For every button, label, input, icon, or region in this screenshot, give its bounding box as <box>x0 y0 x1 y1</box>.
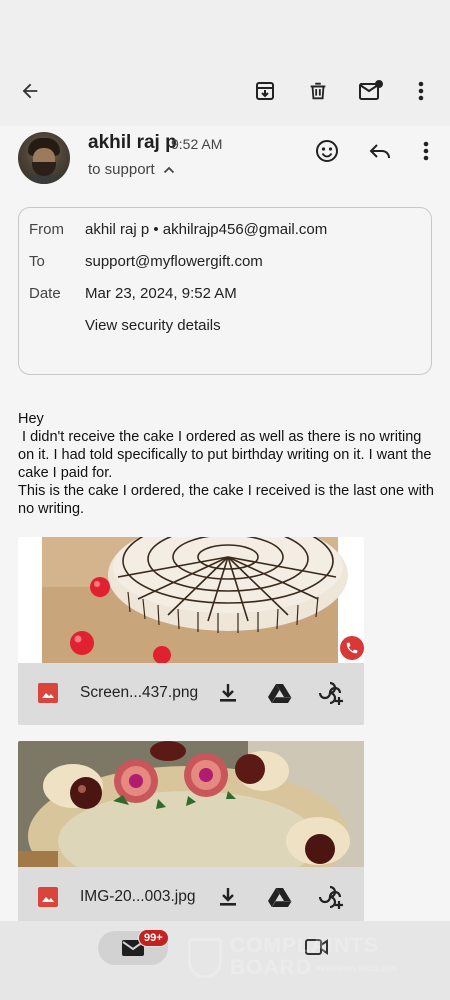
date-value: Mar 23, 2024, 9:52 AM <box>85 285 237 302</box>
chevron-up-icon <box>163 166 174 173</box>
reply-icon[interactable] <box>365 136 395 166</box>
date-label: Date <box>29 285 61 302</box>
mark-unread-icon[interactable] <box>356 76 386 106</box>
more-vert-icon[interactable] <box>406 76 436 106</box>
download-icon[interactable] <box>214 679 242 707</box>
attachment-thumbnail[interactable] <box>18 741 364 867</box>
unread-count-badge: 99+ <box>138 929 169 947</box>
attachment-bar: Screen...437.png <box>18 663 364 725</box>
download-icon[interactable] <box>214 883 242 911</box>
watermark-line-1: COMPLAINTS <box>230 934 379 957</box>
attachment-filename: Screen...437.png <box>80 684 199 701</box>
sender-name: akhil raj p <box>88 132 177 153</box>
watermark-line-2: BOARD <box>230 956 312 979</box>
top-app-bar <box>0 0 450 126</box>
archive-icon[interactable] <box>250 76 280 106</box>
attachment-card[interactable]: IMG-20...003.jpg <box>18 741 364 929</box>
attachment-filename: IMG-20...003.jpg <box>80 888 196 905</box>
to-value[interactable]: support@myflowergift.com <box>85 253 263 270</box>
message-details: From akhil raj p • akhilrajp456@gmail.co… <box>18 207 432 375</box>
watermark-line-3: REVIEWING SINCE 2005 <box>316 966 397 973</box>
add-to-photos-icon[interactable] <box>318 679 346 707</box>
image-file-icon <box>38 683 58 703</box>
attachment-card[interactable]: Screen...437.png <box>18 537 364 725</box>
sender-header: akhil raj p 9:52 AM to support <box>0 126 450 196</box>
trash-icon[interactable] <box>303 76 333 106</box>
drive-icon[interactable] <box>266 679 294 707</box>
avatar[interactable] <box>18 132 70 184</box>
arrow-back-icon[interactable] <box>15 76 45 106</box>
to-line-text: to support <box>88 161 155 178</box>
message-time: 9:52 AM <box>171 136 223 152</box>
add-to-photos-icon[interactable] <box>318 883 346 911</box>
recipients-toggle[interactable]: to support <box>88 161 175 178</box>
from-value[interactable]: akhil raj p • akhilrajp456@gmail.com <box>85 221 327 238</box>
attachment-thumbnail[interactable] <box>18 537 364 663</box>
emoji-icon[interactable] <box>312 136 342 166</box>
message-body: Hey I didn't receive the cake I ordered … <box>18 411 434 517</box>
more-vert-icon[interactable] <box>411 136 441 166</box>
to-label: To <box>29 253 45 270</box>
from-label: From <box>29 221 64 238</box>
attachment-bar: IMG-20...003.jpg <box>18 867 364 929</box>
bottom-navigation: 99+ <box>0 921 450 1000</box>
image-file-icon <box>38 887 58 907</box>
phone-badge-icon <box>340 636 364 660</box>
drive-icon[interactable] <box>266 883 294 911</box>
view-security-details-link[interactable]: View security details <box>85 317 221 334</box>
